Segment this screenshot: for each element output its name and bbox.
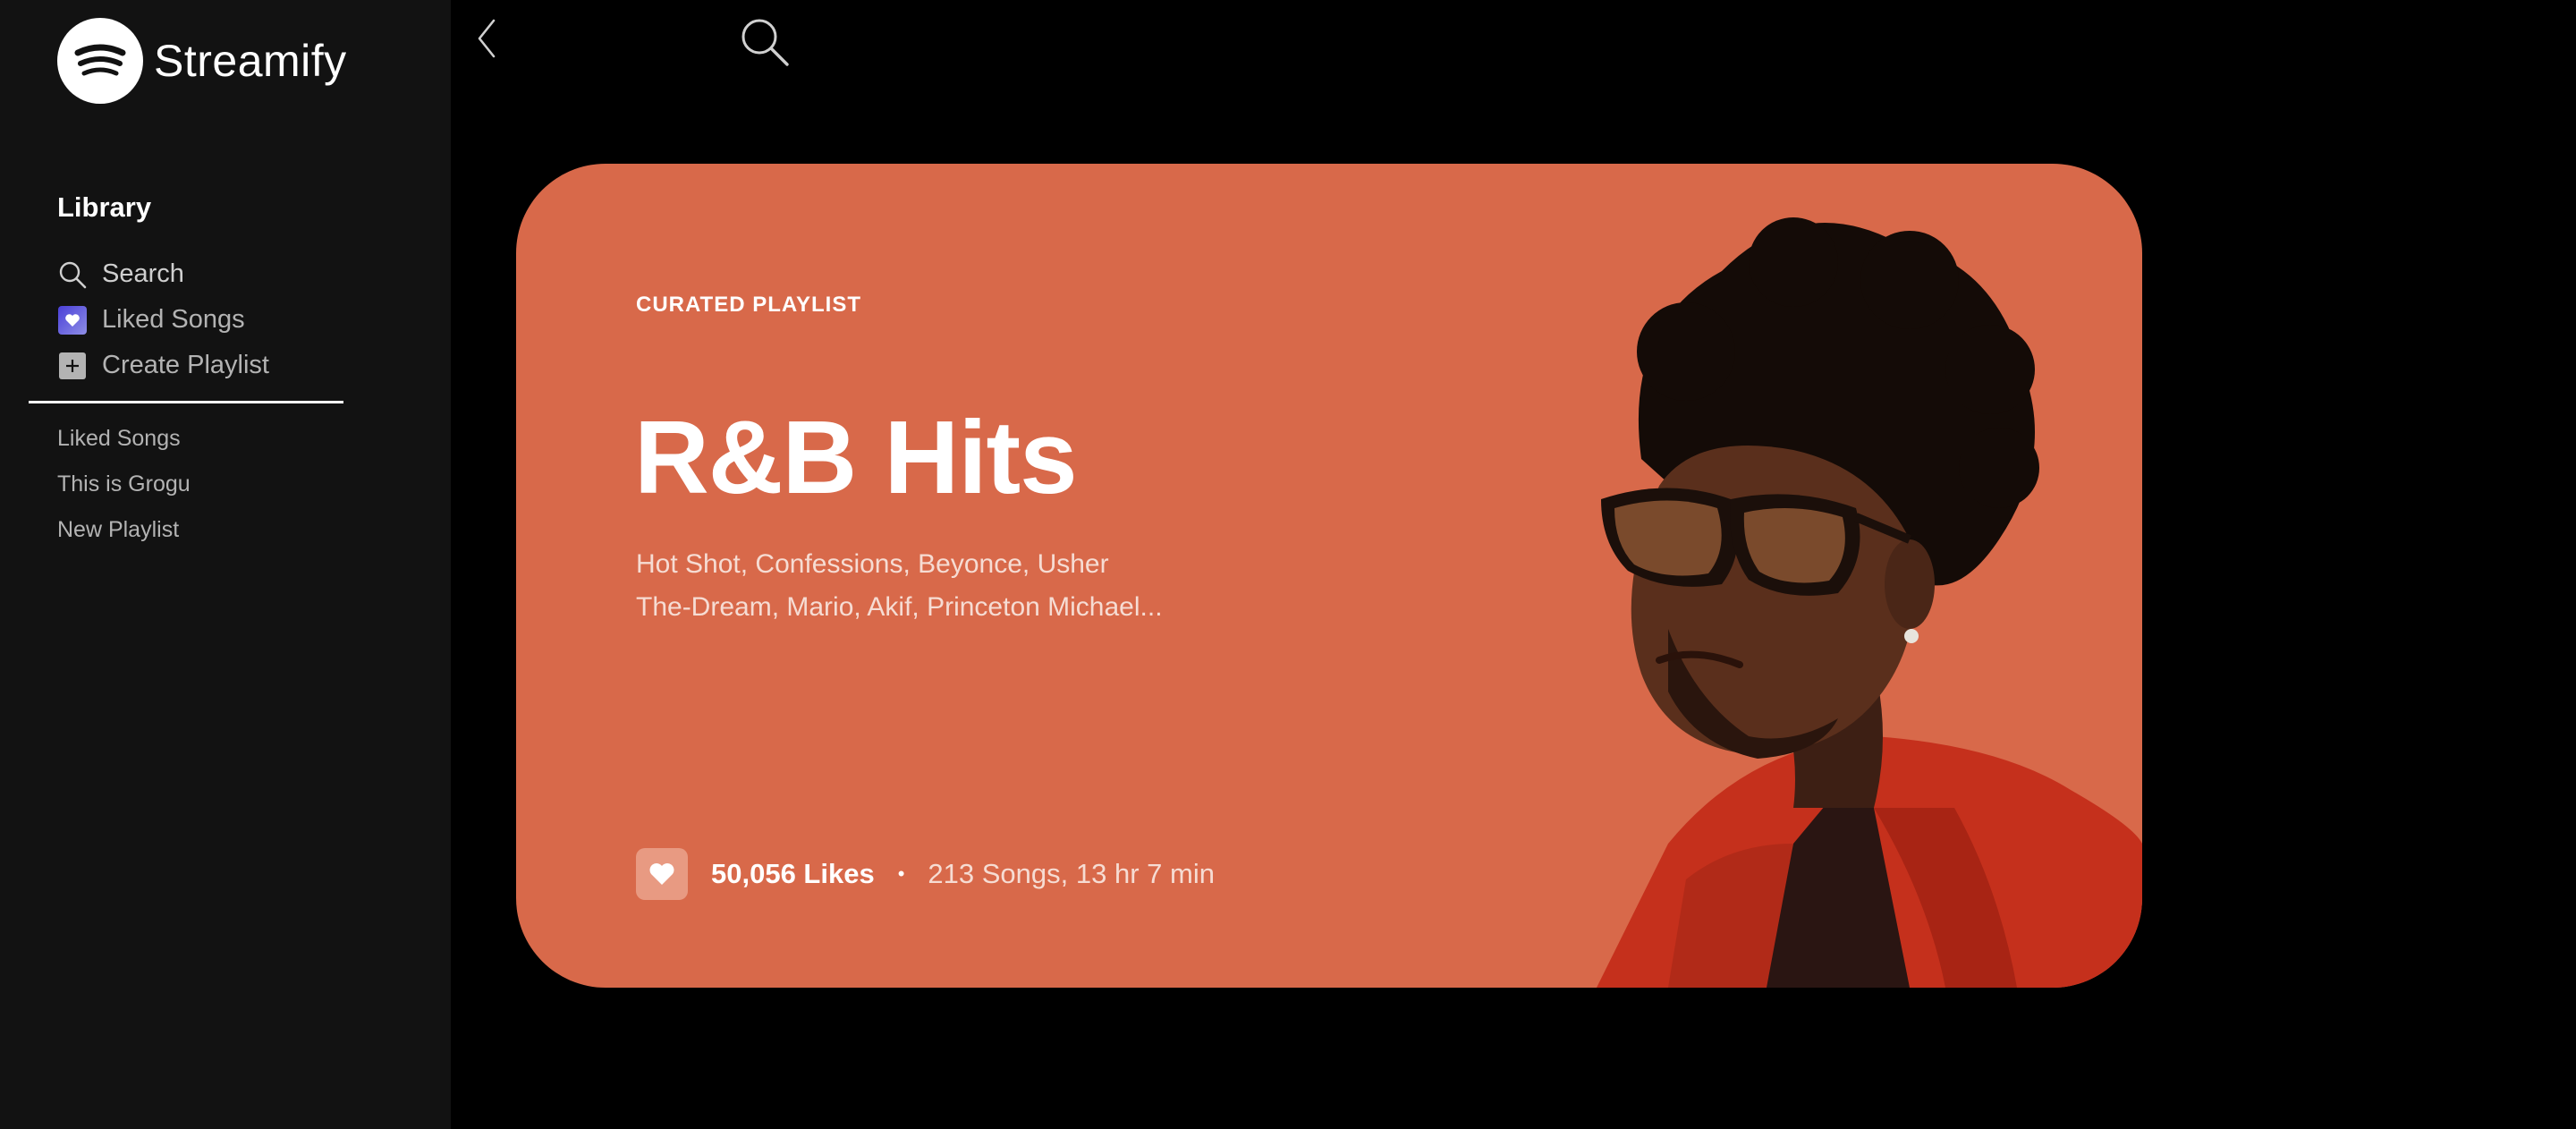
sidebar-nav: Search Liked Songs Create Playlist: [57, 251, 269, 388]
artist-image: [1597, 217, 2142, 988]
back-button[interactable]: [472, 16, 501, 61]
like-button[interactable]: [636, 848, 688, 900]
sidebar-item-label: Liked Songs: [102, 305, 245, 334]
playlist-description-line: Hot Shot, Confessions, Beyonce, Usher: [636, 549, 1109, 579]
heart-icon: [57, 305, 88, 335]
sidebar-item-label: Search: [102, 259, 184, 288]
search-icon: [741, 19, 789, 66]
chevron-left-icon: [478, 19, 496, 58]
playlist-meta: 50,056 Likes • 213 Songs, 13 hr 7 min: [636, 848, 1215, 900]
likes-count: 50,056 Likes: [711, 858, 875, 889]
library-heading: Library: [57, 191, 152, 223]
search-button[interactable]: [739, 16, 791, 68]
sidebar-divider: [29, 401, 343, 403]
search-icon: [57, 259, 88, 290]
playlist-description-line: The-Dream, Mario, Akif, Princeton Michae…: [636, 592, 1163, 622]
app-name: Streamify: [154, 36, 347, 86]
featured-playlist-card[interactable]: CURATED PLAYLIST R&B Hits Hot Shot, Conf…: [516, 164, 2142, 988]
sidebar-item-liked-songs[interactable]: Liked Songs: [57, 297, 269, 343]
sidebar: Streamify Library Search Liked Songs Cre…: [0, 0, 451, 1129]
streamify-logo-icon: [57, 18, 143, 104]
meta-separator: •: [897, 862, 905, 885]
sidebar-item-search[interactable]: Search: [57, 251, 269, 297]
playlist-item-this-is-grogu[interactable]: This is Grogu: [57, 468, 191, 514]
playlist-title: R&B Hits: [634, 399, 1078, 515]
playlist-description: Hot Shot, Confessions, Beyonce, Usher Th…: [636, 543, 1163, 629]
brand[interactable]: Streamify: [57, 18, 347, 104]
playlist-list: Liked Songs This is Grogu New Playlist: [57, 422, 191, 559]
playlist-type-label: CURATED PLAYLIST: [636, 293, 862, 317]
playlist-info: 213 Songs, 13 hr 7 min: [928, 858, 1215, 889]
playlist-item-new-playlist[interactable]: New Playlist: [57, 514, 191, 559]
playlist-item-liked-songs[interactable]: Liked Songs: [57, 422, 191, 468]
heart-icon: [649, 863, 674, 885]
plus-icon: [57, 351, 88, 381]
sidebar-item-create-playlist[interactable]: Create Playlist: [57, 343, 269, 388]
sidebar-item-label: Create Playlist: [102, 351, 269, 379]
